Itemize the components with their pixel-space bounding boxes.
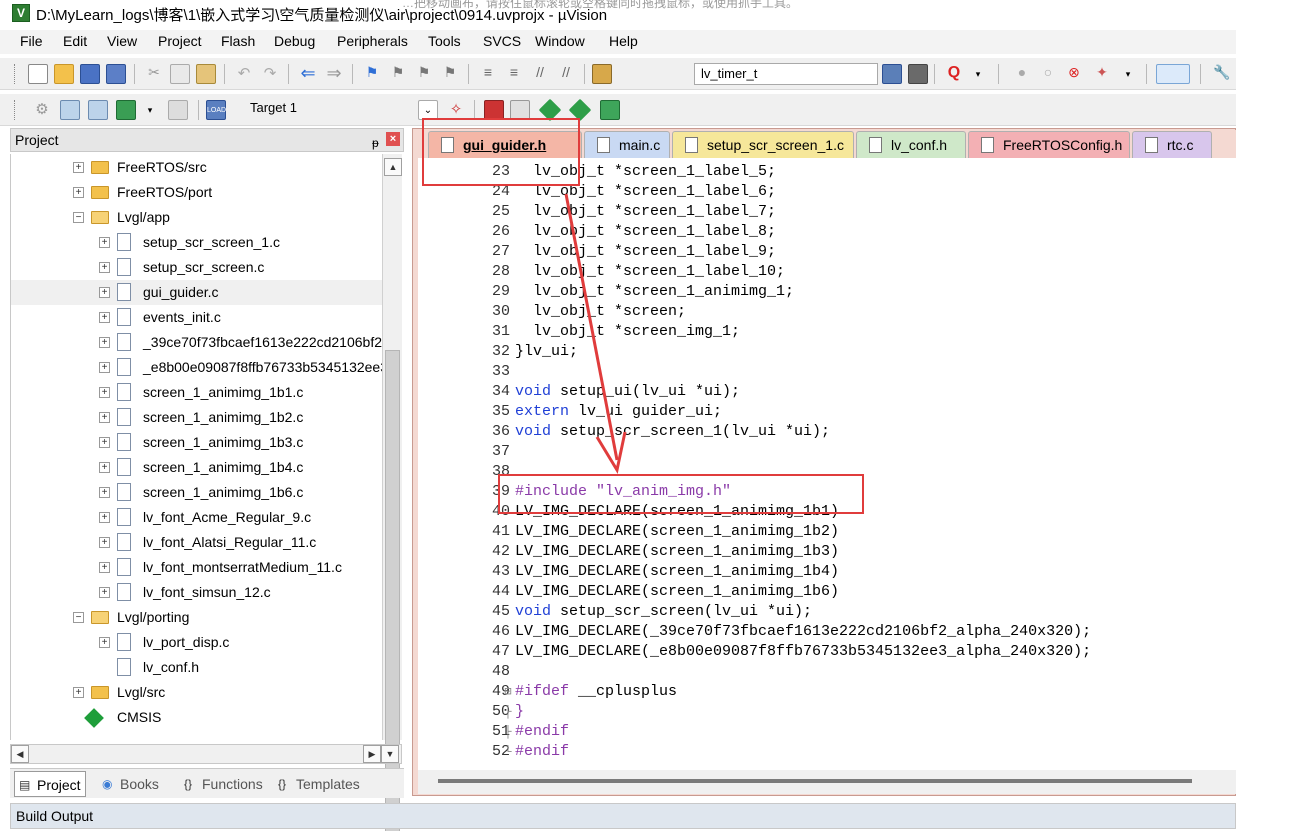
annotation-arrow xyxy=(564,193,627,475)
annotation-arrowhead xyxy=(595,431,627,475)
uvision-window: { "window": { "title": "D:\\MyLearn_logs… xyxy=(0,0,1298,831)
annotation-arrow-line xyxy=(564,193,619,461)
